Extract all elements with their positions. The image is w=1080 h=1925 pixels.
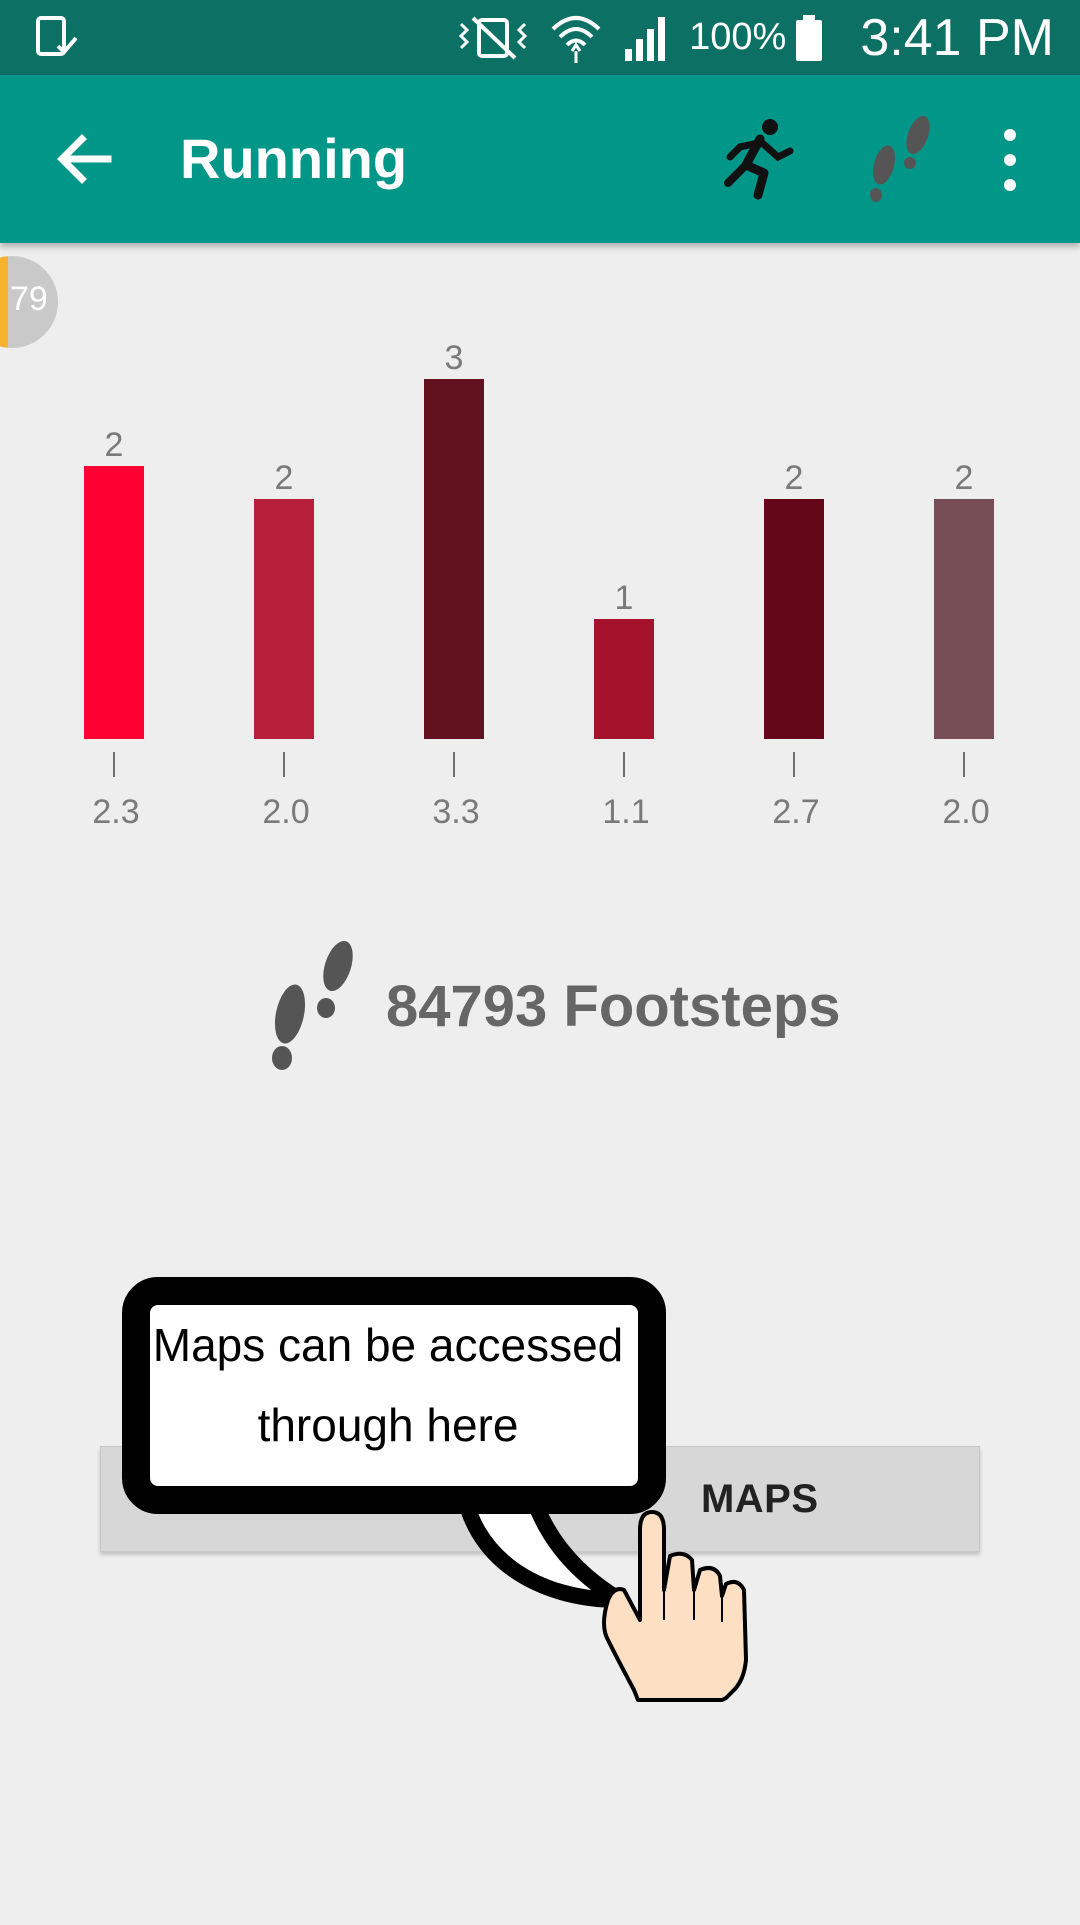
chart-data-label: 2 xyxy=(785,459,804,497)
battery-percent: 100% xyxy=(689,16,787,58)
chart-data-label: 1 xyxy=(615,579,634,617)
signal-icon xyxy=(621,13,671,63)
battery-icon xyxy=(794,13,824,63)
chart-bar xyxy=(594,619,654,739)
chart-category-label: 2.0 xyxy=(262,793,309,831)
page-title: Running xyxy=(180,127,408,190)
chart-bar xyxy=(254,499,314,739)
chart-bar xyxy=(424,379,484,739)
chart-category-label: 2.3 xyxy=(92,793,139,831)
tutorial-line-1: Maps can be accessed xyxy=(152,1319,624,1371)
maps-button[interactable]: MAPS xyxy=(540,1446,980,1552)
status-bar: 100% 3:41 PM xyxy=(0,0,1080,75)
clock: 3:41 PM xyxy=(860,8,1054,67)
back-button[interactable]: BACK xyxy=(100,1446,541,1552)
button-row: BACK MAPS xyxy=(100,1446,980,1552)
chart-data-label: 2 xyxy=(955,459,974,497)
app-bar: Running xyxy=(0,75,1080,243)
chart-bar xyxy=(84,466,144,739)
overflow-menu-icon[interactable] xyxy=(990,125,1030,195)
footsteps-count: 84793 Footsteps xyxy=(386,973,841,1039)
vibrate-icon xyxy=(455,14,531,62)
footsteps-icon xyxy=(262,936,362,1076)
chart-data-label: 2 xyxy=(105,426,124,464)
chart-data-label: 3 xyxy=(445,339,464,377)
footsteps-summary: 84793 Footsteps xyxy=(262,936,882,1076)
chart-category-label: 3.3 xyxy=(432,793,479,831)
chart-bar xyxy=(934,499,994,739)
back-arrow-icon[interactable] xyxy=(52,127,116,191)
chart-data-label: 2 xyxy=(275,459,294,497)
chart-bar xyxy=(764,499,824,739)
chart-category-label: 2.7 xyxy=(772,793,819,831)
footsteps-icon[interactable] xyxy=(860,113,940,205)
chart-category-label: 2.0 xyxy=(942,793,989,831)
wifi-icon xyxy=(549,11,603,65)
chart-category-label: 1.1 xyxy=(602,793,649,831)
running-man-icon[interactable] xyxy=(720,117,796,201)
bar-chart: 2 2.3 2 2.0 3 3.3 1 1.1 2 2.7 2 2.0 xyxy=(0,300,1080,860)
screenshot-saved-icon xyxy=(34,14,82,62)
